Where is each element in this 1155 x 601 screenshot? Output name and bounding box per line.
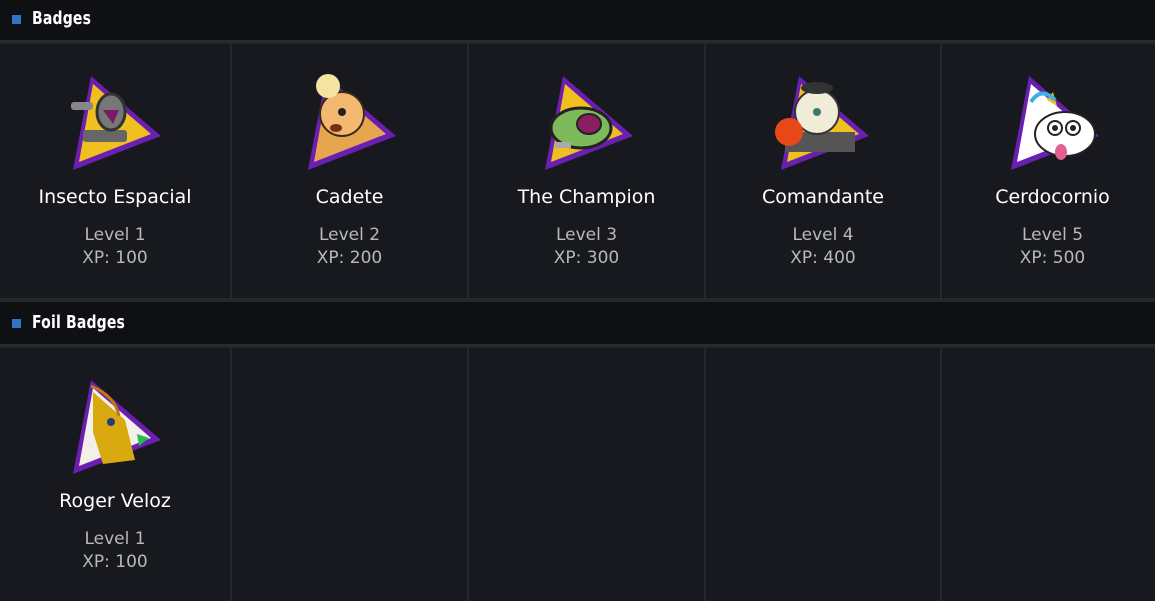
badge-level: Level 2 bbox=[318, 225, 381, 245]
badge-level: Level 5 bbox=[1021, 225, 1084, 245]
badge-xp: XP: 100 bbox=[82, 552, 148, 572]
badge-level: Level 3 bbox=[555, 225, 618, 245]
badges-grid: Insecto Espacial Level 1 XP: 100 Cadete … bbox=[0, 44, 1155, 298]
badge-card[interactable]: Comandante Level 4 XP: 400 bbox=[706, 44, 940, 298]
unicorn-pig-badge-icon bbox=[1010, 76, 1099, 170]
badge-name: Roger Veloz bbox=[59, 490, 171, 512]
empty-badge-slot bbox=[706, 348, 940, 601]
badge-name: Comandante bbox=[762, 186, 884, 208]
empty-badge-slot bbox=[942, 348, 1155, 601]
pony-commander-badge-icon bbox=[775, 76, 869, 170]
badge-name: The Champion bbox=[517, 186, 656, 208]
section-marker-icon bbox=[12, 15, 21, 24]
badge-level: Level 4 bbox=[792, 225, 854, 245]
badge-name: Cadete bbox=[315, 186, 384, 208]
badge-xp: XP: 400 bbox=[790, 248, 856, 268]
badge-xp: XP: 200 bbox=[316, 248, 383, 268]
badge-level: Level 1 bbox=[84, 225, 146, 245]
empty-badge-slot bbox=[469, 348, 704, 601]
badge-card[interactable]: The Champion Level 3 XP: 300 bbox=[469, 44, 704, 298]
badge-level: Level 1 bbox=[84, 529, 146, 549]
badge-card[interactable]: Cerdocornio Level 5 XP: 500 bbox=[942, 44, 1155, 298]
badge-xp: XP: 100 bbox=[82, 248, 148, 268]
badge-xp: XP: 500 bbox=[1019, 248, 1086, 268]
empty-badge-slot bbox=[232, 348, 467, 601]
foil-badges-section-header: Foil Badges bbox=[0, 302, 1155, 346]
section-title: Foil Badges bbox=[32, 312, 126, 333]
pony-cadet-badge-icon bbox=[307, 74, 396, 170]
section-title: Badges bbox=[32, 8, 92, 29]
badges-section-header: Badges bbox=[0, 0, 1155, 42]
badge-card[interactable]: Cadete Level 2 XP: 200 bbox=[232, 44, 467, 298]
alien-bug-badge-icon bbox=[71, 76, 161, 170]
badge-xp: XP: 300 bbox=[553, 248, 620, 268]
badge-card[interactable]: Roger Veloz Level 1 XP: 100 bbox=[0, 348, 230, 601]
badge-name: Insecto Espacial bbox=[38, 186, 192, 208]
badge-name: Cerdocornio bbox=[995, 186, 1110, 208]
badge-card[interactable]: Insecto Espacial Level 1 XP: 100 bbox=[0, 44, 230, 298]
foil-unicorn-badge-icon bbox=[73, 380, 161, 474]
robot-head-badge-icon bbox=[544, 76, 633, 170]
section-marker-icon bbox=[12, 319, 21, 328]
foil-badges-grid: Roger Veloz Level 1 XP: 100 bbox=[0, 348, 1155, 601]
